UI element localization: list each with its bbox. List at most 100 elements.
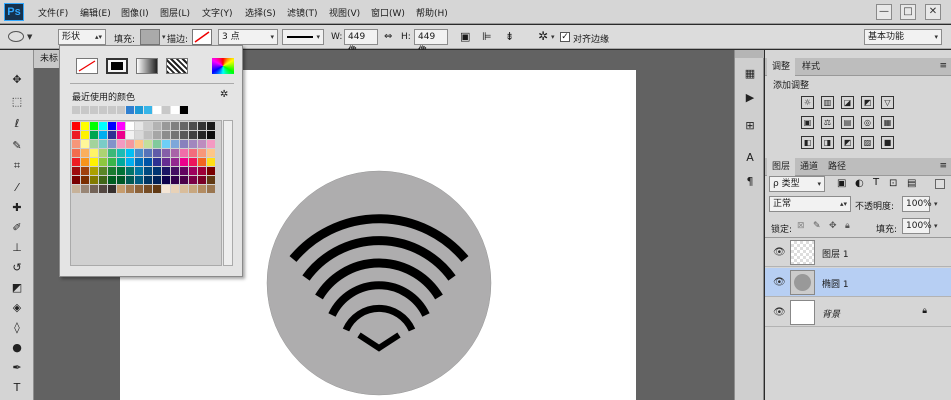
- tab-styles[interactable]: 样式: [797, 58, 825, 76]
- fill-opacity-input[interactable]: 100%: [902, 218, 932, 234]
- color-swatch[interactable]: [171, 167, 179, 175]
- lock-image-icon[interactable]: ✎: [813, 221, 821, 231]
- filter-adjust-icon[interactable]: ◐: [855, 178, 864, 189]
- color-swatch[interactable]: [99, 185, 107, 193]
- path-alignment-icon[interactable]: ⊫: [482, 30, 492, 43]
- color-swatch[interactable]: [162, 185, 170, 193]
- color-swatch[interactable]: [90, 185, 98, 193]
- color-swatch[interactable]: [90, 122, 98, 130]
- color-swatch[interactable]: [198, 122, 206, 130]
- color-swatch[interactable]: [117, 176, 125, 184]
- color-swatch[interactable]: [207, 140, 215, 148]
- solid-color-button[interactable]: [106, 58, 128, 74]
- adjustment-icon[interactable]: ◩: [861, 96, 874, 109]
- recent-color-swatch[interactable]: [162, 106, 170, 114]
- minimize-button[interactable]: —: [876, 4, 892, 20]
- color-swatch[interactable]: [207, 149, 215, 157]
- color-swatch[interactable]: [108, 176, 116, 184]
- color-swatch[interactable]: [162, 176, 170, 184]
- adjustment-icon[interactable]: ◪: [841, 96, 854, 109]
- recent-color-swatch[interactable]: [117, 106, 125, 114]
- actions-panel-icon[interactable]: ▶: [742, 90, 758, 106]
- adjustment-icon[interactable]: ◨: [821, 136, 834, 149]
- color-swatch[interactable]: [198, 176, 206, 184]
- color-swatch[interactable]: [126, 122, 134, 130]
- width-input[interactable]: 449 像: [344, 29, 378, 56]
- filter-shape-icon[interactable]: ⊡: [889, 178, 897, 189]
- color-swatch[interactable]: [108, 185, 116, 193]
- filter-toggle[interactable]: [935, 179, 945, 189]
- pen-tool-icon[interactable]: ✒: [9, 360, 25, 376]
- color-swatch[interactable]: [117, 149, 125, 157]
- color-swatch[interactable]: [207, 185, 215, 193]
- recent-color-swatch[interactable]: [108, 106, 116, 114]
- path-arrangement-icon[interactable]: ⇟: [505, 30, 514, 43]
- eye-icon[interactable]: 👁︎: [773, 307, 786, 318]
- eraser-tool-icon[interactable]: ◩: [9, 280, 25, 296]
- color-swatch[interactable]: [72, 140, 80, 148]
- color-swatch[interactable]: [180, 185, 188, 193]
- color-swatch[interactable]: [117, 122, 125, 130]
- recent-color-swatch[interactable]: [135, 106, 143, 114]
- color-swatch[interactable]: [207, 131, 215, 139]
- color-swatch[interactable]: [144, 158, 152, 166]
- color-swatch[interactable]: [117, 131, 125, 139]
- color-swatch[interactable]: [99, 158, 107, 166]
- marquee-tool-icon[interactable]: ⬚: [9, 94, 25, 110]
- adjustment-icon[interactable]: ◩: [841, 136, 854, 149]
- color-swatch[interactable]: [72, 167, 80, 175]
- adjustment-icon[interactable]: ▤: [841, 116, 854, 129]
- recent-color-swatch[interactable]: [180, 106, 188, 114]
- color-swatch[interactable]: [126, 185, 134, 193]
- color-swatch[interactable]: [180, 140, 188, 148]
- color-swatch[interactable]: [90, 176, 98, 184]
- color-swatch[interactable]: [198, 167, 206, 175]
- color-swatch[interactable]: [144, 131, 152, 139]
- color-swatch[interactable]: [126, 158, 134, 166]
- layer-row-selected[interactable]: 👁︎ 椭圆 1: [765, 268, 951, 297]
- color-swatch[interactable]: [144, 185, 152, 193]
- color-swatch[interactable]: [126, 140, 134, 148]
- history-brush-tool-icon[interactable]: ↺: [9, 260, 25, 276]
- ellipse-tool-icon[interactable]: [8, 31, 24, 42]
- color-swatch[interactable]: [108, 131, 116, 139]
- adjustment-icon[interactable]: ▨: [861, 136, 874, 149]
- color-swatch[interactable]: [135, 122, 143, 130]
- color-swatch[interactable]: [81, 167, 89, 175]
- color-swatch[interactable]: [135, 167, 143, 175]
- layer-filter-select[interactable]: ρ 类型 ▾: [769, 176, 825, 192]
- opacity-input[interactable]: 100%: [902, 196, 932, 212]
- chevron-down-icon[interactable]: ▾: [551, 33, 555, 41]
- color-swatch[interactable]: [90, 149, 98, 157]
- stroke-type-select[interactable]: ▾: [282, 29, 324, 45]
- tab-paths[interactable]: 路径: [823, 158, 851, 176]
- menu-edit[interactable]: 编辑(E): [80, 6, 111, 19]
- adjustment-icon[interactable]: ▣: [801, 116, 814, 129]
- color-swatch[interactable]: [180, 149, 188, 157]
- color-swatch[interactable]: [180, 122, 188, 130]
- color-swatch[interactable]: [171, 158, 179, 166]
- color-swatch[interactable]: [153, 149, 161, 157]
- color-swatch[interactable]: [108, 140, 116, 148]
- color-swatch[interactable]: [72, 149, 80, 157]
- adjustment-icon[interactable]: ■: [881, 136, 894, 149]
- color-swatch[interactable]: [144, 167, 152, 175]
- recent-color-swatch[interactable]: [144, 106, 152, 114]
- type-tool-icon[interactable]: T: [9, 380, 25, 396]
- color-swatch[interactable]: [108, 167, 116, 175]
- maximize-button[interactable]: □: [900, 4, 916, 20]
- color-swatch[interactable]: [189, 149, 197, 157]
- color-swatch[interactable]: [153, 185, 161, 193]
- color-swatch[interactable]: [72, 131, 80, 139]
- color-swatch[interactable]: [135, 158, 143, 166]
- color-swatch[interactable]: [153, 176, 161, 184]
- color-swatch[interactable]: [99, 122, 107, 130]
- adjustment-icon[interactable]: ⚖: [821, 116, 834, 129]
- swatch-scrollbar[interactable]: [223, 120, 233, 266]
- adjustment-icon[interactable]: ☼: [801, 96, 814, 109]
- clone-stamp-tool-icon[interactable]: ⊥: [9, 240, 25, 256]
- height-input[interactable]: 449 像: [414, 29, 448, 56]
- filter-pixel-icon[interactable]: ▣: [837, 178, 846, 189]
- lock-transparent-icon[interactable]: ⊠: [797, 221, 805, 231]
- recent-color-swatch[interactable]: [99, 106, 107, 114]
